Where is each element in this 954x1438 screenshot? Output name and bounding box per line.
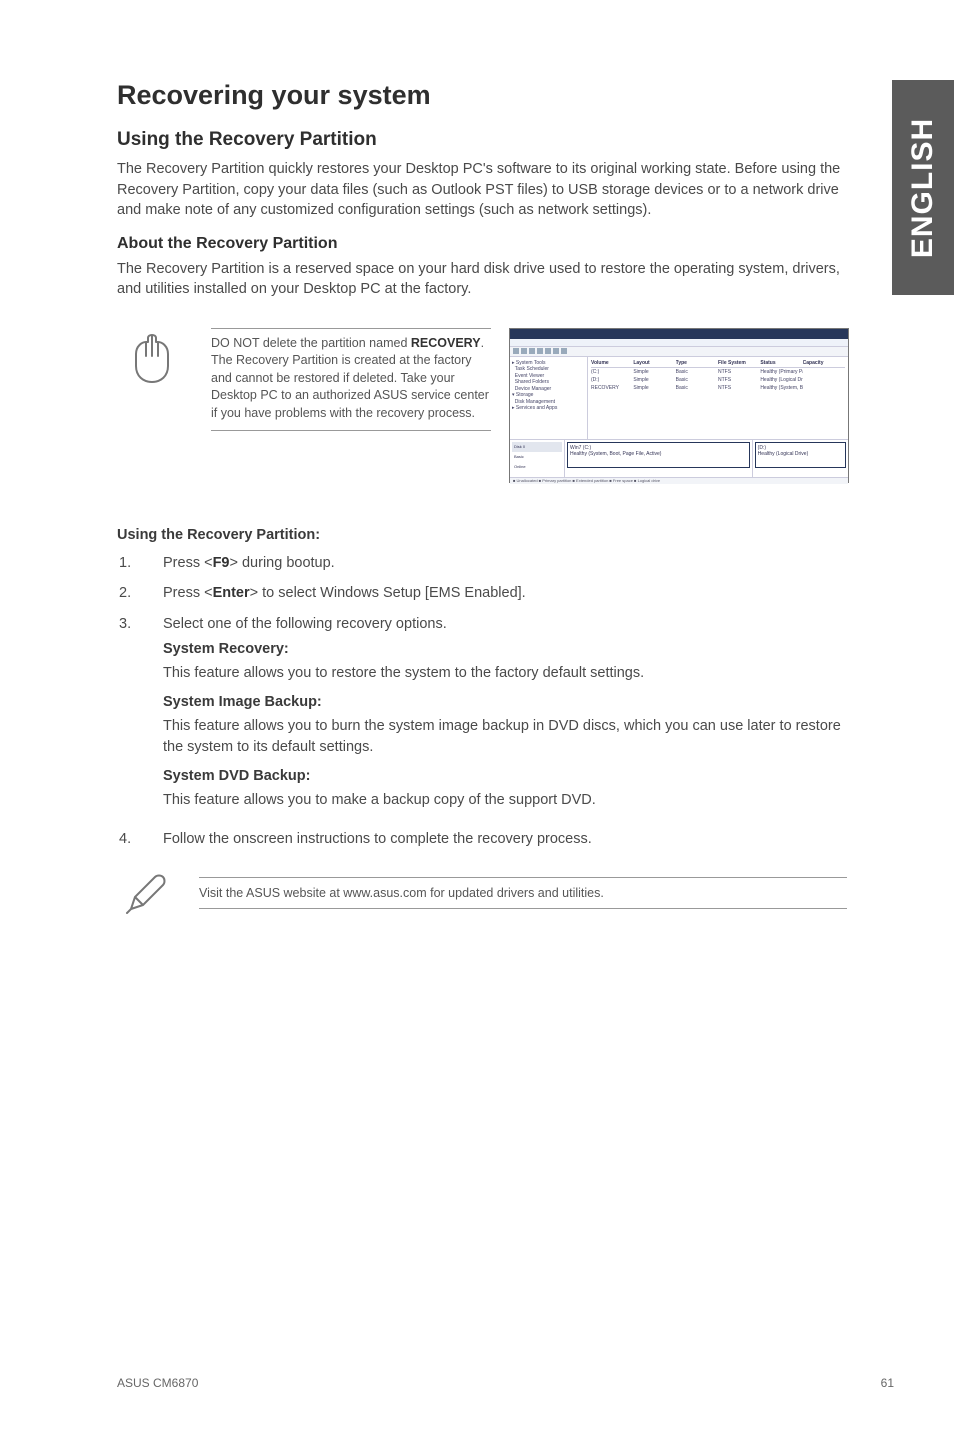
warning-bold: RECOVERY (411, 336, 481, 350)
main-content: Recovering your system Using the Recover… (117, 80, 847, 915)
warning-callout: DO NOT delete the partition named RECOVE… (117, 328, 847, 483)
step-3: Select one of the following recovery opt… (119, 614, 847, 819)
step-4: Follow the onscreen instructions to comp… (119, 829, 847, 850)
using-heading: Using the Recovery Partition: (117, 527, 847, 543)
about-paragraph: The Recovery Partition is a reserved spa… (117, 259, 847, 300)
section-heading-about: About the Recovery Partition (117, 235, 847, 253)
intro-paragraph: The Recovery Partition quickly restores … (117, 159, 847, 221)
opt-image-backup-text: This feature allows you to burn the syst… (163, 716, 847, 757)
info-note: Visit the ASUS website at www.asus.com f… (117, 871, 847, 915)
footer-model: ASUS CM6870 (117, 1376, 198, 1390)
page-footer: ASUS CM6870 61 (117, 1376, 894, 1390)
disk-mgmt-window: ▸ System Tools Task Scheduler Event View… (509, 328, 849, 483)
hand-stop-icon (117, 328, 193, 386)
page-title: Recovering your system (117, 80, 847, 111)
section-heading-using-partition: Using the Recovery Partition (117, 129, 847, 151)
using-section: Using the Recovery Partition: Press <F9>… (117, 527, 847, 849)
disk-management-screenshot: ▸ System Tools Task Scheduler Event View… (509, 328, 849, 483)
opt-dvd-backup-text: This feature allows you to make a backup… (163, 790, 847, 811)
note-text: Visit the ASUS website at www.asus.com f… (199, 877, 847, 909)
language-tab-text: ENGLISH (906, 117, 940, 257)
warning-text: DO NOT delete the partition named RECOVE… (211, 328, 491, 432)
step-1: Press <F9> during bootup. (119, 553, 847, 574)
footer-page-number: 61 (881, 1376, 894, 1390)
opt-system-recovery-title: System Recovery: (163, 639, 847, 660)
opt-dvd-backup-title: System DVD Backup: (163, 766, 847, 787)
language-tab: ENGLISH (892, 80, 954, 295)
opt-system-recovery-text: This feature allows you to restore the s… (163, 663, 847, 684)
pencil-icon (117, 871, 177, 915)
warning-prefix: DO NOT delete the partition named (211, 336, 411, 350)
opt-image-backup-title: System Image Backup: (163, 692, 847, 713)
steps-list: Press <F9> during bootup. Press <Enter> … (119, 553, 847, 849)
step-2: Press <Enter> to select Windows Setup [E… (119, 583, 847, 604)
